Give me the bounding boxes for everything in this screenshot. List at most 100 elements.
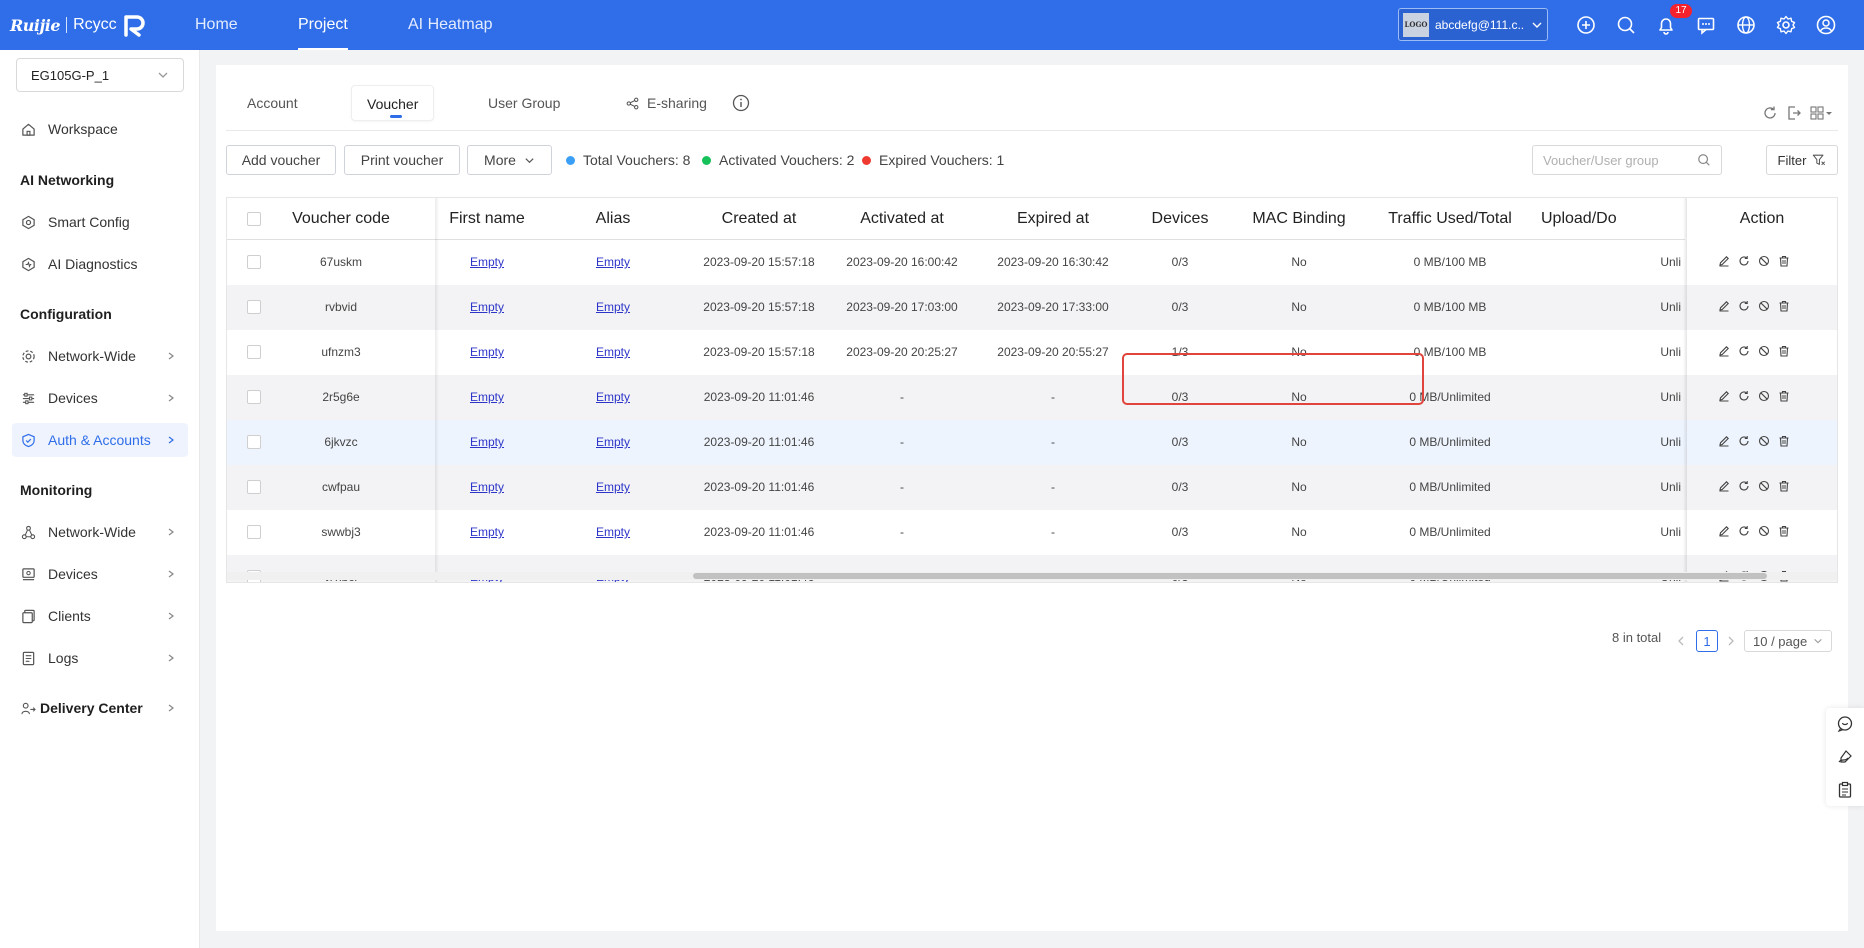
- disable-icon[interactable]: [1757, 479, 1771, 493]
- col-expired-at[interactable]: Expired at: [979, 198, 1127, 240]
- edit-icon[interactable]: [1717, 479, 1731, 493]
- col-traffic[interactable]: Traffic Used/Total: [1365, 198, 1535, 240]
- cell-first-name-link[interactable]: Empty: [423, 420, 551, 465]
- project-selector[interactable]: EG105G-P_1: [16, 58, 184, 92]
- sidebar-item-monitor-devices[interactable]: Devices: [12, 557, 188, 591]
- disable-icon[interactable]: [1757, 434, 1771, 448]
- delete-icon[interactable]: [1777, 434, 1791, 448]
- prev-page-icon[interactable]: [1676, 635, 1686, 647]
- tab-voucher[interactable]: Voucher: [351, 85, 435, 121]
- disable-icon[interactable]: [1757, 389, 1771, 403]
- row-checkbox[interactable]: [247, 435, 261, 449]
- cell-alias-link[interactable]: Empty: [551, 240, 675, 285]
- cell-first-name-link[interactable]: Empty: [423, 375, 551, 420]
- cell-alias-link[interactable]: Empty: [551, 375, 675, 420]
- row-checkbox[interactable]: [247, 255, 261, 269]
- disable-icon[interactable]: [1757, 524, 1771, 538]
- sidebar-item-logs[interactable]: Logs: [12, 641, 188, 675]
- delete-icon[interactable]: [1777, 524, 1791, 538]
- nav-ai-heatmap[interactable]: AI Heatmap: [408, 0, 492, 50]
- table-row[interactable]: 6jkvzc Empty Empty 2023-09-20 11:01:46 - - 0/3…: [227, 420, 1837, 465]
- cell-alias-link[interactable]: Empty: [551, 330, 675, 375]
- sidebar-item-config-network-wide[interactable]: Network-Wide: [12, 339, 188, 373]
- cell-alias-link[interactable]: Empty: [551, 420, 675, 465]
- reset-icon[interactable]: [1737, 479, 1751, 493]
- col-activated-at[interactable]: Activated at: [829, 198, 975, 240]
- add-voucher-button[interactable]: Add voucher: [226, 145, 336, 175]
- cell-first-name-link[interactable]: Empty: [423, 240, 551, 285]
- select-all-checkbox[interactable]: [247, 212, 261, 226]
- delete-icon[interactable]: [1777, 479, 1791, 493]
- delete-icon[interactable]: [1777, 344, 1791, 358]
- row-checkbox[interactable]: [247, 390, 261, 404]
- tab-e-sharing[interactable]: E-sharing: [611, 85, 722, 121]
- clipboard-icon[interactable]: [1836, 781, 1854, 799]
- scrollbar-thumb[interactable]: [693, 573, 1767, 579]
- feedback-sign-icon[interactable]: [1836, 748, 1854, 766]
- account-selector[interactable]: LOGO abcdefg@111.c...: [1398, 8, 1548, 41]
- disable-icon[interactable]: [1757, 344, 1771, 358]
- tab-user-group[interactable]: User Group: [473, 85, 575, 121]
- sidebar-item-delivery-center[interactable]: Delivery Center: [12, 691, 188, 725]
- cell-alias-link[interactable]: Empty: [551, 285, 675, 330]
- delete-icon[interactable]: [1777, 389, 1791, 403]
- user-avatar-icon[interactable]: [1814, 13, 1838, 37]
- nav-home[interactable]: Home: [195, 0, 238, 50]
- col-upload-download[interactable]: Upload/Do: [1535, 198, 1685, 240]
- page-number-button[interactable]: 1: [1696, 630, 1718, 652]
- edit-icon[interactable]: [1717, 344, 1731, 358]
- reset-icon[interactable]: [1737, 434, 1751, 448]
- cell-first-name-link[interactable]: Empty: [423, 510, 551, 555]
- table-row[interactable]: ufnzm3 Empty Empty 2023-09-20 15:57:18 2023-…: [227, 330, 1837, 375]
- delete-icon[interactable]: [1777, 299, 1791, 313]
- cell-first-name-link[interactable]: Empty: [423, 330, 551, 375]
- disable-icon[interactable]: [1757, 254, 1771, 268]
- col-first-name[interactable]: First name: [423, 198, 551, 240]
- reset-icon[interactable]: [1737, 389, 1751, 403]
- col-devices[interactable]: Devices: [1127, 198, 1233, 240]
- next-page-icon[interactable]: [1726, 635, 1736, 647]
- print-voucher-button[interactable]: Print voucher: [344, 145, 460, 175]
- search-icon[interactable]: [1614, 13, 1638, 37]
- chat-support-icon[interactable]: [1836, 715, 1854, 733]
- search-input[interactable]: Voucher/User group: [1532, 145, 1722, 175]
- table-row[interactable]: cwfpau Empty Empty 2023-09-20 11:01:46 - - 0/3…: [227, 465, 1837, 510]
- globe-icon[interactable]: [1734, 13, 1758, 37]
- brand-logo[interactable]: Ruijie Rcycc: [10, 12, 149, 38]
- export-icon[interactable]: [1786, 105, 1802, 121]
- sidebar-item-workspace[interactable]: Workspace: [12, 112, 188, 146]
- reset-icon[interactable]: [1737, 254, 1751, 268]
- sidebar-item-smart-config[interactable]: Smart Config: [12, 205, 188, 239]
- sidebar-item-auth-accounts[interactable]: Auth & Accounts: [12, 423, 188, 457]
- table-row[interactable]: 67uskm Empty Empty 2023-09-20 15:57:18 2023-…: [227, 240, 1837, 285]
- reset-icon[interactable]: [1737, 299, 1751, 313]
- refresh-icon[interactable]: [1762, 105, 1778, 121]
- row-checkbox[interactable]: [247, 300, 261, 314]
- tab-account[interactable]: Account: [232, 85, 313, 121]
- edit-icon[interactable]: [1717, 434, 1731, 448]
- filter-button[interactable]: Filter: [1766, 145, 1838, 175]
- reset-icon[interactable]: [1737, 524, 1751, 538]
- cell-alias-link[interactable]: Empty: [551, 465, 675, 510]
- table-row[interactable]: swwbj3 Empty Empty 2023-09-20 11:01:46 - - 0/3…: [227, 510, 1837, 555]
- add-circle-icon[interactable]: [1574, 13, 1598, 37]
- row-checkbox[interactable]: [247, 480, 261, 494]
- col-voucher-code[interactable]: Voucher code: [267, 198, 415, 240]
- info-icon[interactable]: [732, 94, 750, 112]
- nav-project[interactable]: Project: [298, 0, 348, 50]
- edit-icon[interactable]: [1717, 254, 1731, 268]
- horizontal-scrollbar[interactable]: [227, 572, 1837, 580]
- edit-icon[interactable]: [1717, 389, 1731, 403]
- edit-icon[interactable]: [1717, 524, 1731, 538]
- cell-alias-link[interactable]: Empty: [551, 510, 675, 555]
- sidebar-item-monitor-network-wide[interactable]: Network-Wide: [12, 515, 188, 549]
- more-button[interactable]: More: [467, 145, 552, 175]
- sidebar-item-config-devices[interactable]: Devices: [12, 381, 188, 415]
- gear-icon[interactable]: [1774, 13, 1798, 37]
- cell-first-name-link[interactable]: Empty: [423, 285, 551, 330]
- col-mac-binding[interactable]: MAC Binding: [1233, 198, 1365, 240]
- page-size-select[interactable]: 10 / page: [1744, 630, 1832, 652]
- col-created-at[interactable]: Created at: [675, 198, 843, 240]
- sidebar-item-ai-diagnostics[interactable]: AI Diagnostics: [12, 247, 188, 281]
- edit-icon[interactable]: [1717, 299, 1731, 313]
